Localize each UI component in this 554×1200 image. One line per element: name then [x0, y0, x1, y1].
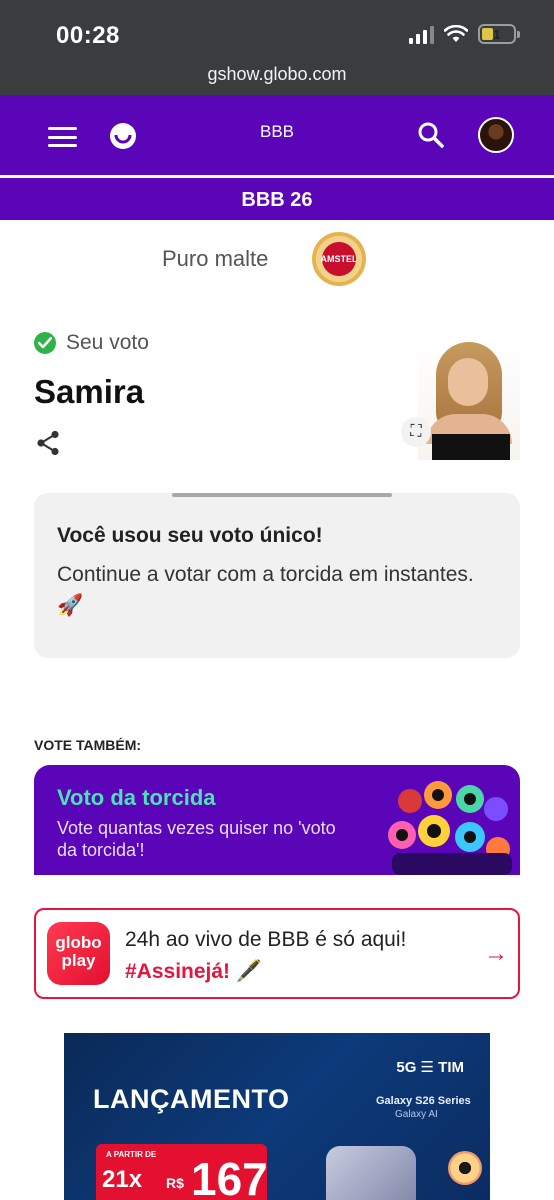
participant-photo [418, 340, 520, 460]
advertisement[interactable]: 5G ☰ TIM LANÇAMENTO Galaxy S26 Series Ga… [64, 1033, 490, 1200]
expand-icon[interactable]: ⛶ [401, 417, 431, 447]
globoplay-logo: globo play [47, 922, 110, 985]
status-bar: 00:28 1 gshow.globo.com [0, 0, 554, 95]
phone-image [326, 1146, 416, 1200]
globoplay-banner[interactable]: globo play 24h ao vivo de BBB é só aqui!… [34, 908, 520, 999]
ad-brand: 5G ☰ TIM [396, 1059, 464, 1076]
crowd-vote-title: Voto da torcida [57, 785, 216, 810]
vote-notice-card: Você usou seu voto único! Continue a vot… [34, 493, 520, 658]
voted-name: Samira [34, 373, 145, 410]
sponsor-text: Puro malte [162, 246, 269, 271]
status-icons: 1 [409, 24, 520, 44]
section-bar[interactable]: BBB 26 [0, 175, 554, 220]
header-title: BBB [259, 122, 295, 141]
share-icon[interactable] [36, 430, 60, 456]
ad-model: Galaxy S26 Series [376, 1095, 471, 1107]
drag-handle[interactable] [172, 493, 392, 497]
ad-price-from: A PARTIR DE [106, 1150, 157, 1159]
ad-price-box: A PARTIR DE 21x R$ 167 [96, 1144, 268, 1200]
bbb-eye-icon [448, 1151, 482, 1185]
globoplay-line1: 24h ao vivo de BBB é só aqui! [125, 928, 407, 951]
ad-installments: 21x [102, 1166, 143, 1193]
notice-title: Você usou seu voto único! [57, 524, 323, 547]
notice-text: Continue a votar com a torcida em instan… [57, 563, 474, 617]
battery-level: 1 [493, 26, 501, 42]
status-time: 00:28 [56, 22, 120, 49]
sponsor-logo[interactable]: AMSTEL [312, 232, 366, 286]
site-header: BBB [0, 95, 554, 175]
cellular-signal-icon [409, 24, 434, 44]
sponsor-brand: AMSTEL [320, 254, 358, 264]
user-avatar[interactable] [478, 117, 514, 153]
wifi-icon [444, 25, 468, 42]
search-icon[interactable] [417, 121, 445, 149]
ad-price: 167 [191, 1153, 268, 1200]
check-icon [34, 332, 56, 354]
battery-icon: 1 [478, 24, 520, 44]
section-title: BBB 26 [241, 189, 313, 211]
vote-also-label: VOTE TAMBÉM: [34, 737, 142, 753]
ad-model-sub: Galaxy AI [395, 1109, 438, 1120]
ad-headline: LANÇAMENTO [93, 1084, 290, 1114]
globoplay-cta: #Assinejá! 🖋️ [125, 960, 263, 983]
vote-status: Seu voto [66, 331, 149, 354]
crowd-vote-text: Vote quantas vezes quiser no 'voto da to… [57, 818, 336, 860]
crowd-vote-card[interactable]: Voto da torcida Vote quantas vezes quise… [34, 765, 520, 875]
arrow-right-icon[interactable]: → [484, 940, 508, 968]
address-bar[interactable]: gshow.globo.com [0, 64, 554, 85]
bbb-eyes-illustration [388, 781, 512, 875]
ad-currency: R$ [166, 1175, 184, 1191]
